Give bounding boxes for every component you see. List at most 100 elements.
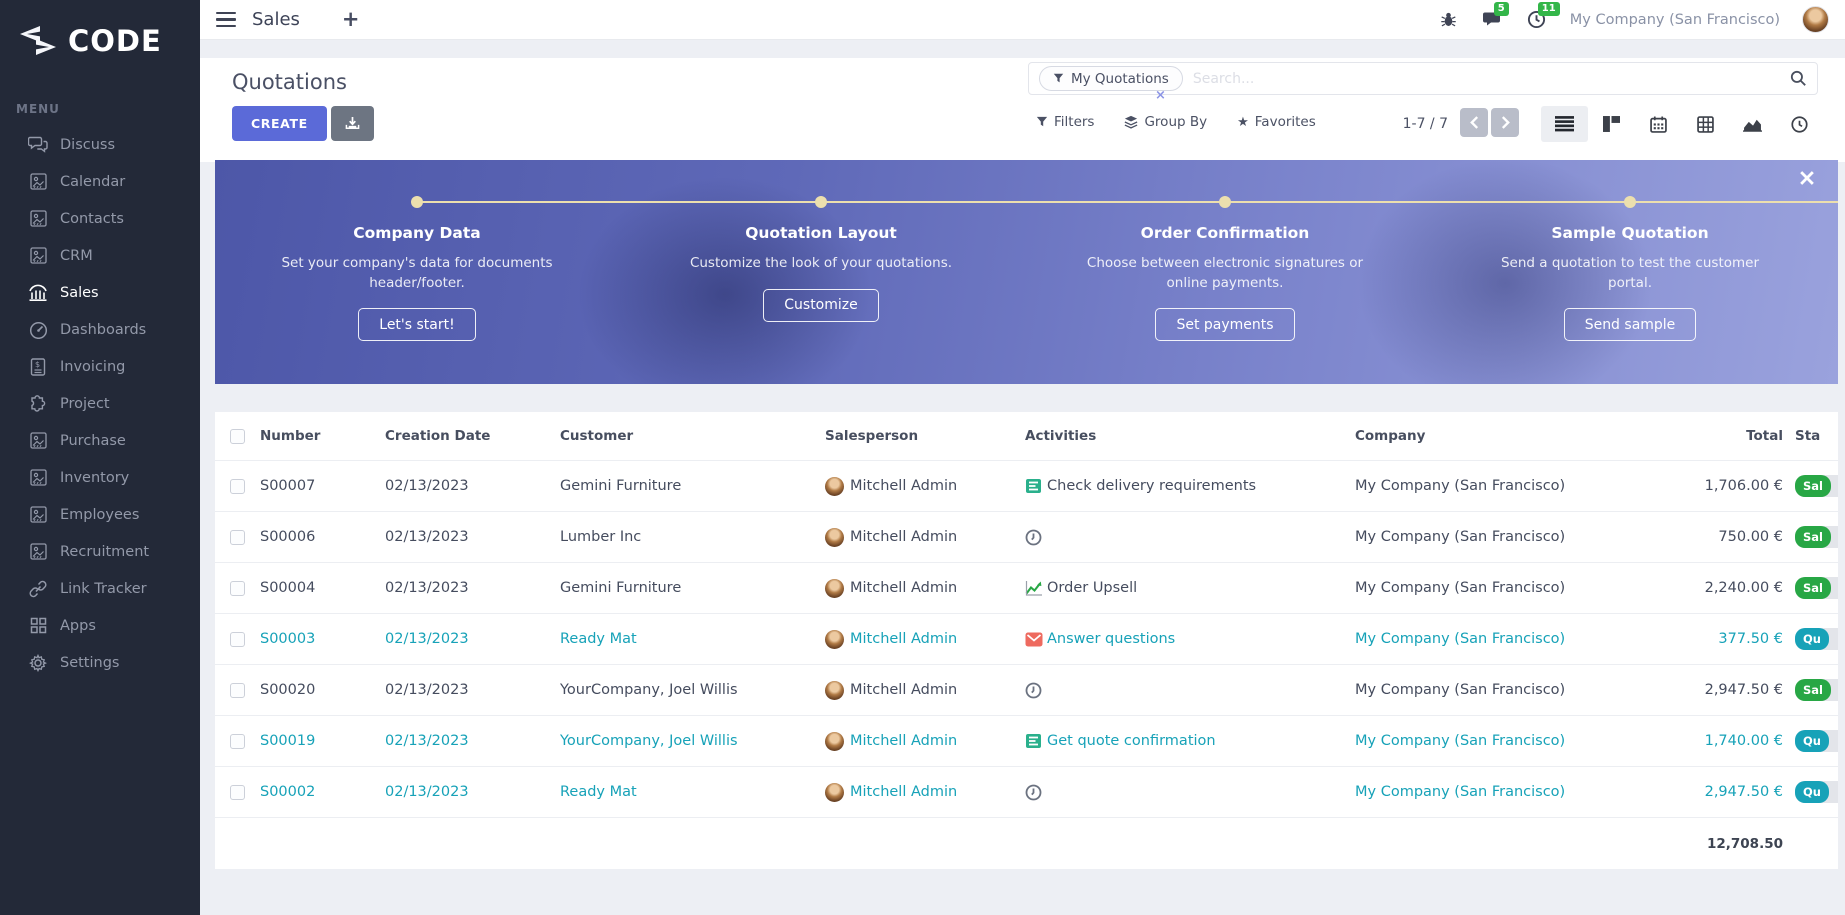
pager-next-button[interactable]	[1491, 108, 1519, 137]
sidebar-item-recruitment[interactable]: Recruitment	[0, 533, 200, 570]
table-row[interactable]: S0001902/13/2023YourCompany, Joel Willis…	[215, 715, 1838, 766]
activity-list-icon[interactable]	[1025, 478, 1043, 495]
sidebar-item-calendar[interactable]: Calendar	[0, 163, 200, 200]
sidebar-item-link-tracker[interactable]: Link Tracker	[0, 570, 200, 607]
sidebar-item-label: Apps	[60, 618, 96, 634]
sidebar-item-settings[interactable]: Settings	[0, 644, 200, 681]
star-icon: ★	[1237, 115, 1249, 130]
row-checkbox[interactable]	[230, 734, 245, 749]
activity-view-button[interactable]	[1776, 106, 1823, 142]
sidebar-item-invoicing[interactable]: $Invoicing	[0, 348, 200, 385]
sidebar-item-crm[interactable]: CRM	[0, 237, 200, 274]
pager-range: 1-7 / 7	[1320, 116, 1448, 132]
step-action-button[interactable]: Let's start!	[358, 308, 475, 341]
activity-envelope-icon[interactable]	[1025, 631, 1043, 648]
sidebar-item-label: Dashboards	[60, 322, 146, 338]
sidebar-item-contacts[interactable]: Contacts	[0, 200, 200, 237]
settings-icon	[27, 653, 49, 673]
export-button[interactable]	[331, 106, 374, 141]
total-amount: 1,740.00 €	[1645, 733, 1795, 749]
row-checkbox[interactable]	[230, 479, 245, 494]
column-header-creation-date[interactable]: Creation Date	[385, 428, 560, 444]
quotation-number: S00003	[260, 631, 385, 647]
column-header-activities[interactable]: Activities	[1025, 428, 1355, 444]
table-row[interactable]: S0000202/13/2023Ready MatMitchell AdminM…	[215, 766, 1838, 817]
table-row[interactable]: S0000602/13/2023Lumber IncMitchell Admin…	[215, 511, 1838, 562]
sidebar-item-apps[interactable]: Apps	[0, 607, 200, 644]
company-switcher[interactable]: My Company (San Francisco)	[1570, 12, 1780, 28]
sidebar-item-inventory[interactable]: Inventory	[0, 459, 200, 496]
column-header-total[interactable]: Total	[1645, 428, 1795, 444]
step-title: Quotation Layout	[681, 224, 961, 242]
step-action-button[interactable]: Send sample	[1564, 308, 1697, 341]
hamburger-menu-icon[interactable]	[216, 12, 236, 28]
graph-view-icon	[1743, 116, 1762, 132]
banner-close-icon[interactable]	[1800, 170, 1814, 189]
table-row[interactable]: S0000302/13/2023Ready MatMitchell AdminA…	[215, 613, 1838, 664]
step-title: Order Confirmation	[1085, 224, 1365, 242]
sidebar-nav: DiscussCalendarContactsCRMSales Dashboard…	[0, 126, 200, 681]
step-action-button[interactable]: Set payments	[1155, 308, 1294, 341]
activity-list-icon[interactable]	[1025, 733, 1043, 750]
column-header-company[interactable]: Company	[1355, 428, 1645, 444]
search-icon[interactable]	[1790, 70, 1807, 87]
main-area: Sales + 5 11 My Company (San Francisco)	[200, 0, 1845, 915]
activities-clock-icon[interactable]: 11	[1526, 9, 1548, 31]
status-badge-label: Sal	[1795, 475, 1831, 497]
column-header-customer[interactable]: Customer	[560, 428, 825, 444]
row-checkbox[interactable]	[230, 683, 245, 698]
facet-remove-icon[interactable]: ×	[1155, 88, 1166, 103]
row-checkbox[interactable]	[230, 785, 245, 800]
filters-button[interactable]: Filters	[1036, 114, 1094, 130]
total-amount: 750.00 €	[1645, 529, 1795, 545]
step-action-button[interactable]: Customize	[763, 289, 879, 322]
row-checkbox[interactable]	[230, 632, 245, 647]
activity-clock-icon[interactable]	[1025, 682, 1043, 699]
table-row[interactable]: S0000402/13/2023Gemini FurnitureMitchell…	[215, 562, 1838, 613]
discuss-icon	[27, 135, 49, 155]
sidebar-item-dashboards[interactable]: Dashboards	[0, 311, 200, 348]
column-header-salesperson[interactable]: Salesperson	[825, 428, 1025, 444]
row-checkbox[interactable]	[230, 581, 245, 596]
sidebar-item-discuss[interactable]: Discuss	[0, 126, 200, 163]
group-by-button[interactable]: Group By	[1124, 114, 1207, 130]
calendar-view-button[interactable]	[1635, 106, 1682, 142]
debug-bug-icon[interactable]	[1438, 9, 1460, 31]
salesperson-name: Mitchell Admin	[850, 529, 957, 545]
customer-name: YourCompany, Joel Willis	[560, 682, 825, 698]
table-row[interactable]: S0000702/13/2023Gemini FurnitureMitchell…	[215, 460, 1838, 511]
graph-view-button[interactable]	[1729, 106, 1776, 142]
activity-clock-icon[interactable]	[1025, 784, 1043, 801]
create-button[interactable]: CREATE	[232, 106, 327, 141]
apps-icon	[27, 616, 49, 636]
row-checkbox[interactable]	[230, 530, 245, 545]
messages-icon[interactable]: 5	[1482, 9, 1504, 31]
list-view-button[interactable]	[1541, 106, 1588, 142]
column-header-sta[interactable]: Sta	[1795, 428, 1838, 444]
pivot-view-button[interactable]	[1682, 106, 1729, 142]
activity-chart-icon[interactable]	[1025, 580, 1043, 597]
select-all-checkbox[interactable]	[230, 429, 245, 444]
search-bar[interactable]: My Quotations ×	[1028, 62, 1818, 95]
app-title[interactable]: Sales	[252, 9, 300, 30]
calendar-view-icon	[1650, 116, 1667, 133]
user-avatar[interactable]	[1802, 6, 1829, 33]
search-input[interactable]	[1193, 71, 1790, 87]
kanban-view-icon	[1603, 116, 1620, 132]
favorites-button[interactable]: ★ Favorites	[1237, 114, 1316, 130]
add-tab-button[interactable]: +	[342, 9, 360, 30]
sidebar-item-label: Recruitment	[60, 544, 149, 560]
activity-clock-icon[interactable]	[1025, 529, 1043, 546]
sidebar-item-sales[interactable]: Sales	[0, 274, 200, 311]
sidebar-item-purchase[interactable]: Purchase	[0, 422, 200, 459]
table-header-row: NumberCreation DateCustomerSalespersonAc…	[215, 412, 1838, 460]
column-header-number[interactable]: Number	[260, 428, 385, 444]
pager-previous-button[interactable]	[1460, 108, 1488, 137]
table-footer-row: 12,708.50	[215, 817, 1838, 869]
brand-logo[interactable]: CODE	[0, 0, 200, 58]
table-row[interactable]: S0002002/13/2023YourCompany, Joel Willis…	[215, 664, 1838, 715]
kanban-view-button[interactable]	[1588, 106, 1635, 142]
sidebar-item-project[interactable]: Project	[0, 385, 200, 422]
sidebar-item-employees[interactable]: Employees	[0, 496, 200, 533]
total-amount: 2,240.00 €	[1645, 580, 1795, 596]
